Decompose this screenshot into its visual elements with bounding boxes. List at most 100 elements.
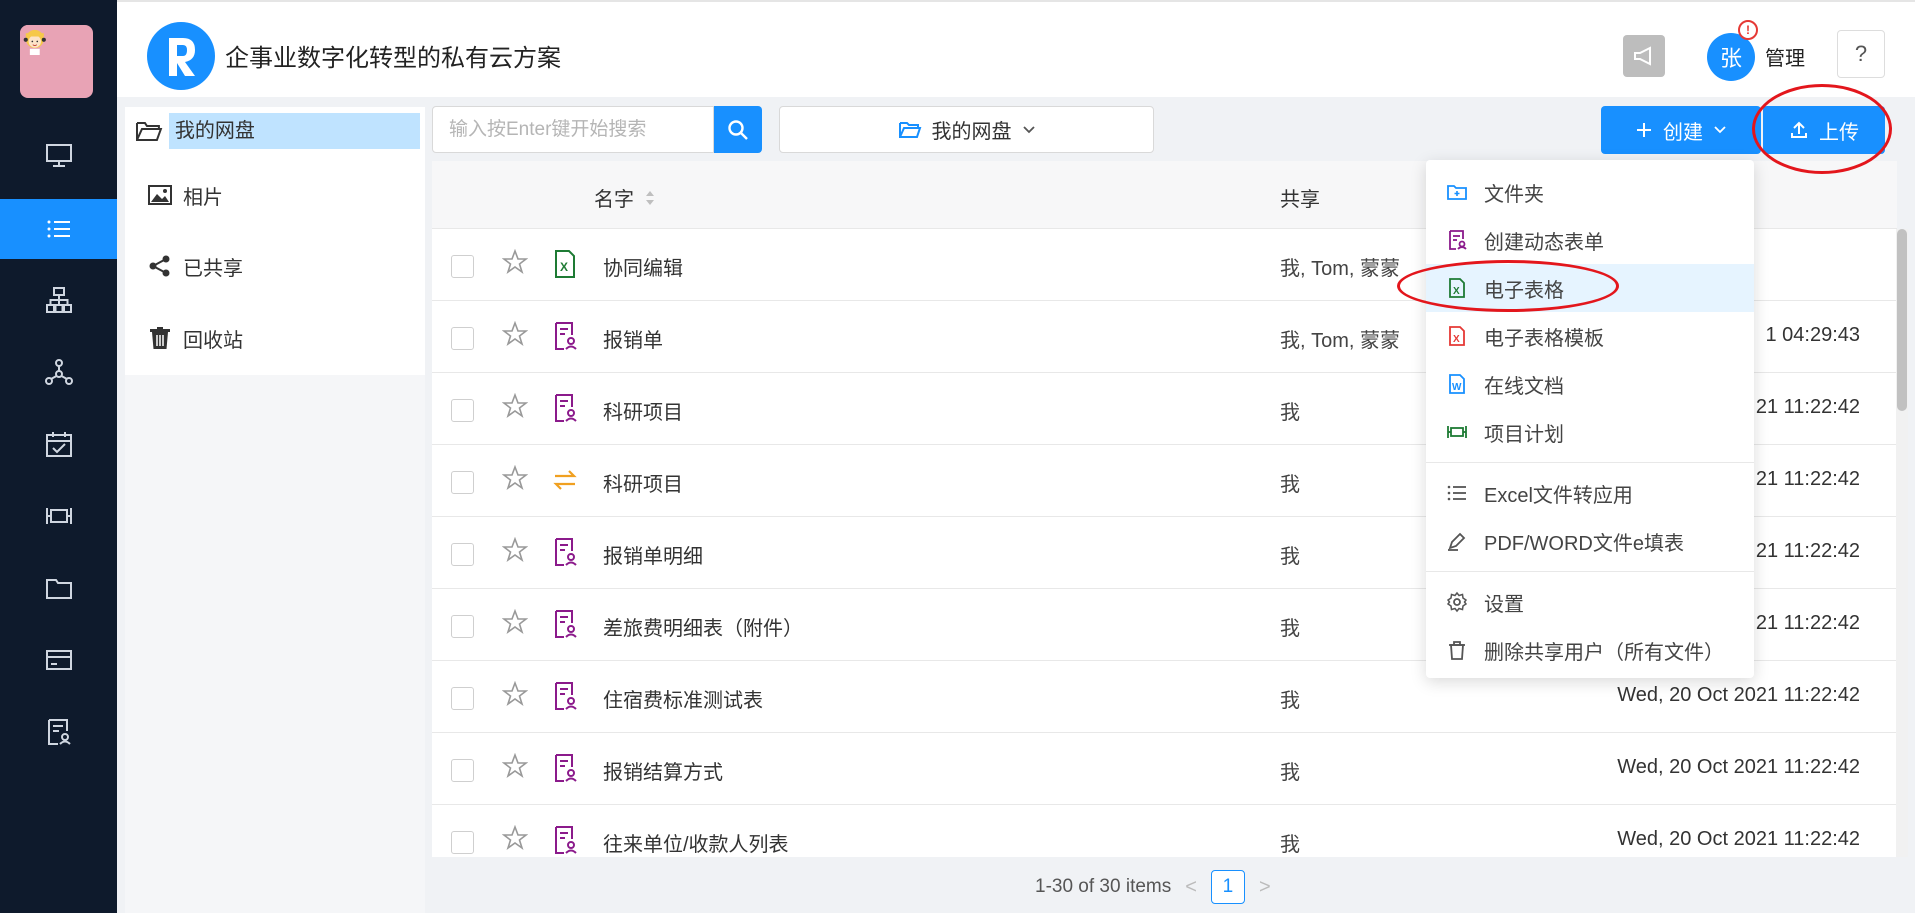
chevron-down-icon bbox=[1022, 125, 1035, 133]
file-name[interactable]: 住宿费标准测试表 bbox=[603, 684, 763, 713]
menu-item-excel-to-app[interactable]: Excel文件转应用 bbox=[1426, 469, 1754, 517]
star-icon[interactable] bbox=[501, 608, 529, 635]
menu-item-label: 电子表格 bbox=[1484, 279, 1564, 302]
nav-monitor[interactable] bbox=[0, 125, 117, 185]
sidebar-item-shared[interactable]: 已共享 bbox=[147, 246, 243, 286]
user-avatar[interactable]: 张 bbox=[1707, 33, 1755, 81]
star-icon[interactable] bbox=[501, 392, 529, 419]
star-icon[interactable] bbox=[501, 248, 529, 275]
upload-button[interactable]: 上传 bbox=[1763, 106, 1885, 154]
file-share: 我 bbox=[1280, 402, 1300, 424]
file-name[interactable]: 协同编辑 bbox=[603, 252, 683, 281]
svg-text:X: X bbox=[1453, 286, 1460, 297]
dynamic-form-icon bbox=[1449, 230, 1467, 250]
upload-label: 上传 bbox=[1819, 121, 1859, 144]
help-button[interactable]: ? bbox=[1837, 30, 1885, 78]
menu-item-pdf-word-fill[interactable]: PDF/WORD文件e填表 bbox=[1426, 517, 1754, 565]
menu-item-spreadsheet-template[interactable]: X 电子表格模板 bbox=[1426, 312, 1754, 360]
user-name[interactable]: 管理 bbox=[1765, 42, 1805, 71]
star-icon[interactable] bbox=[501, 536, 529, 563]
page-1-button[interactable]: 1 bbox=[1210, 870, 1245, 904]
nav-calendar[interactable] bbox=[0, 414, 117, 474]
table-scrollbar[interactable] bbox=[1896, 229, 1908, 857]
nav-list[interactable] bbox=[0, 199, 117, 259]
app-logo bbox=[147, 22, 215, 90]
table-row[interactable]: 报销结算方式 我 Wed, 20 Oct 2021 11:22:42 bbox=[432, 733, 1897, 805]
search-box bbox=[432, 106, 714, 153]
sidebar-item-trash[interactable]: 回收站 bbox=[147, 318, 243, 358]
next-page-button[interactable]: > bbox=[1259, 876, 1271, 899]
sidebar-item-my-drive[interactable]: 我的网盘 bbox=[135, 111, 420, 151]
form-file-icon bbox=[555, 322, 577, 350]
nav-folder[interactable] bbox=[0, 558, 117, 618]
menu-divider bbox=[1426, 571, 1754, 572]
nav-card[interactable] bbox=[0, 630, 117, 690]
menu-item-online-doc[interactable]: W 在线文档 bbox=[1426, 360, 1754, 408]
monitor-icon bbox=[45, 144, 72, 167]
column-name-header[interactable]: 名字 bbox=[594, 183, 656, 212]
word-doc-icon: W bbox=[1449, 374, 1465, 394]
sidebar-item-label: 回收站 bbox=[183, 329, 243, 352]
row-checkbox[interactable] bbox=[451, 399, 474, 422]
star-icon[interactable] bbox=[501, 824, 529, 851]
file-name[interactable]: 报销单 bbox=[603, 324, 663, 353]
file-name[interactable]: 科研项目 bbox=[603, 468, 683, 497]
search-button[interactable] bbox=[714, 106, 762, 153]
menu-item-project-plan[interactable]: 项目计划 bbox=[1426, 408, 1754, 456]
row-checkbox[interactable] bbox=[451, 327, 474, 350]
file-name[interactable]: 差旅费明细表（附件） bbox=[603, 612, 803, 641]
announcement-button[interactable] bbox=[1623, 35, 1665, 77]
spreadsheet-icon: X bbox=[1449, 278, 1465, 298]
notification-badge: ! bbox=[1738, 20, 1758, 40]
file-name[interactable]: 报销单明细 bbox=[603, 540, 703, 569]
file-name[interactable]: 科研项目 bbox=[603, 396, 683, 425]
row-checkbox[interactable] bbox=[451, 615, 474, 638]
menu-item-label: 在线文档 bbox=[1484, 375, 1564, 398]
menu-item-settings[interactable]: 设置 bbox=[1426, 578, 1754, 626]
row-checkbox[interactable] bbox=[451, 255, 474, 278]
row-checkbox[interactable] bbox=[451, 759, 474, 782]
prev-page-button[interactable]: < bbox=[1185, 876, 1197, 899]
sidebar-item-photos[interactable]: 相片 bbox=[147, 175, 223, 215]
list-icon bbox=[47, 220, 70, 238]
logo-r-icon bbox=[169, 38, 195, 76]
user-avatar-image[interactable] bbox=[20, 25, 93, 98]
share-icon bbox=[149, 255, 170, 277]
file-share: 我, Tom, 蒙蒙 bbox=[1280, 330, 1401, 352]
menu-item-dynamic-form[interactable]: 创建动态表单 bbox=[1426, 216, 1754, 264]
nav-org[interactable] bbox=[0, 270, 117, 330]
row-checkbox[interactable] bbox=[451, 471, 474, 494]
sidebar-empty-area bbox=[125, 375, 425, 913]
star-icon[interactable] bbox=[501, 680, 529, 707]
speaker-icon bbox=[1634, 46, 1651, 66]
star-icon[interactable] bbox=[501, 752, 529, 779]
menu-item-label: 项目计划 bbox=[1484, 423, 1564, 446]
row-checkbox[interactable] bbox=[451, 831, 474, 854]
upload-icon bbox=[1791, 121, 1807, 138]
file-share: 我 bbox=[1280, 546, 1300, 568]
menu-item-delete-shared[interactable]: 删除共享用户（所有文件） bbox=[1426, 626, 1754, 674]
form-file-icon bbox=[555, 682, 577, 710]
file-share: 我, Tom, 蒙蒙 bbox=[1280, 258, 1401, 280]
path-selector[interactable]: 我的网盘 bbox=[779, 106, 1154, 153]
star-icon[interactable] bbox=[501, 320, 529, 347]
table-row[interactable]: 往来单位/收款人列表 我 Wed, 20 Oct 2021 11:22:42 bbox=[432, 805, 1897, 857]
row-checkbox[interactable] bbox=[451, 687, 474, 710]
row-checkbox[interactable] bbox=[451, 543, 474, 566]
sidebar-item-label: 相片 bbox=[183, 186, 223, 209]
nav-form[interactable] bbox=[0, 702, 117, 762]
search-input[interactable] bbox=[433, 107, 713, 152]
menu-item-folder[interactable]: 文件夹 bbox=[1426, 168, 1754, 216]
file-name[interactable]: 往来单位/收款人列表 bbox=[603, 828, 789, 857]
form-icon bbox=[47, 719, 71, 745]
file-share: 我 bbox=[1280, 690, 1300, 712]
scrollbar-thumb[interactable] bbox=[1897, 229, 1907, 411]
star-icon[interactable] bbox=[501, 464, 529, 491]
file-name[interactable]: 报销结算方式 bbox=[603, 756, 723, 785]
menu-item-spreadsheet[interactable]: X 电子表格 bbox=[1426, 264, 1754, 312]
nav-project[interactable] bbox=[0, 486, 117, 546]
form-file-icon bbox=[555, 754, 577, 782]
create-button[interactable]: 创建 bbox=[1601, 106, 1761, 154]
app-title: 企事业数字化转型的私有云方案 bbox=[225, 45, 561, 72]
nav-network[interactable] bbox=[0, 342, 117, 402]
